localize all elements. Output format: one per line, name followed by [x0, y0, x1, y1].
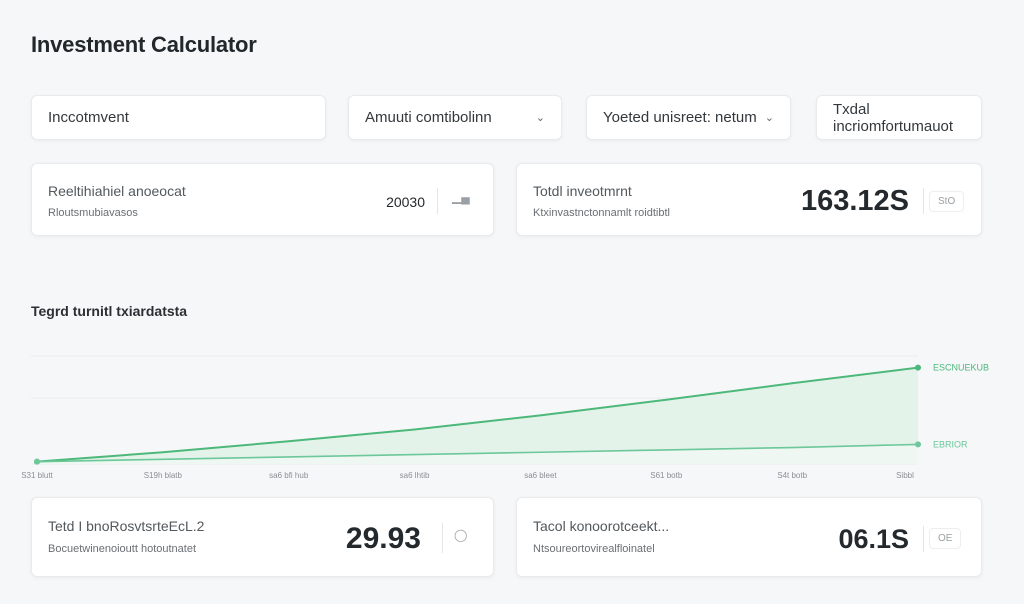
series-start-point-1 — [34, 458, 40, 465]
contribution-dropdown[interactable]: Amuuti comtibolinn ⌄ — [348, 95, 562, 140]
card-title: Tacol konoorotceekt... — [533, 518, 670, 534]
x-tick-label: S19h blatb — [144, 471, 183, 480]
card-subtitle: Rloutsmubiavasos — [48, 207, 138, 219]
result-card-bottom-right: Tacol konoorotceekt... Ntsoureortovireal… — [516, 497, 982, 577]
chevron-down-icon: ⌄ — [535, 112, 545, 124]
x-tick-label: S31 blutt — [21, 471, 53, 480]
x-tick-label: sa6 lhtib — [400, 471, 430, 480]
currency-badge[interactable]: StO — [929, 191, 965, 212]
x-tick-label: S61 botb — [650, 471, 683, 480]
card-value: 163.12S — [800, 185, 909, 217]
series-label-0: ESCNUEKUB — [933, 363, 989, 373]
result-card-top-left: Reeltihiahiel anoeocat Rloutsmubiavasos … — [31, 163, 494, 236]
series-label-1: EBRIOR — [933, 439, 968, 449]
page-title: Investment Calculator — [31, 32, 257, 57]
series-end-point-0 — [915, 364, 921, 371]
result-card-bottom-left: Tetd I bnoRosvtsrteEcL.2 Bocuetwinenoiou… — [31, 497, 494, 577]
total-field-label: Txdal incriomfortumauot — [833, 100, 954, 135]
x-tick-label: Sibbl — [896, 471, 914, 480]
interest-return-dropdown-label: Yoeted unisreet: netum — [603, 109, 757, 126]
x-tick-label: sa6 bleet — [524, 471, 557, 480]
contribution-dropdown-label: Amuuti comtibolinn — [365, 109, 492, 126]
card-title: Totdl inveotmrnt — [533, 183, 632, 199]
divider — [442, 523, 443, 553]
chart-icon[interactable]: ▁▄ — [452, 190, 470, 204]
total-field[interactable]: Txdal incriomfortumauot — [816, 95, 982, 140]
coin-icon[interactable]: ◯ — [454, 528, 467, 542]
divider — [923, 188, 924, 214]
card-value: 06.1S — [838, 524, 909, 554]
currency-badge[interactable]: OE — [929, 528, 962, 549]
card-subtitle: Bocuetwinenoioutt hotoutnatet — [48, 543, 197, 555]
card-title: Tetd I bnoRosvtsrteEcL.2 — [48, 518, 205, 534]
divider — [437, 188, 438, 214]
interest-return-dropdown[interactable]: Yoeted unisreet: netum ⌄ — [586, 95, 791, 140]
card-value: 29.93 — [345, 522, 421, 555]
series-end-point-1 — [915, 441, 921, 448]
x-tick-label: sa6 bfi hub — [269, 471, 309, 480]
card-subtitle: Ntsoureortovirealfloinatel — [533, 543, 655, 555]
x-tick-label: S4t botb — [777, 471, 807, 480]
chevron-down-icon: ⌄ — [764, 112, 774, 124]
card-value: 20030 — [386, 194, 425, 210]
result-card-top-right: Totdl inveotmrnt Ktxinvastnctonnamlt roi… — [516, 163, 982, 236]
card-subtitle: Ktxinvastnctonnamlt roidtibtl — [533, 207, 670, 219]
chart-section-title: Tegrd turnitl txiardatsta — [31, 303, 188, 319]
growth-chart: ESCNUEKUB EBRIOR S31 blutt S19h blatb sa6 bf… — [21, 355, 989, 480]
investment-field-label: Inccotmvent — [48, 109, 129, 126]
divider — [923, 526, 924, 552]
card-title: Reeltihiahiel anoeocat — [48, 183, 186, 199]
investment-field[interactable]: Inccotmvent — [31, 95, 326, 140]
